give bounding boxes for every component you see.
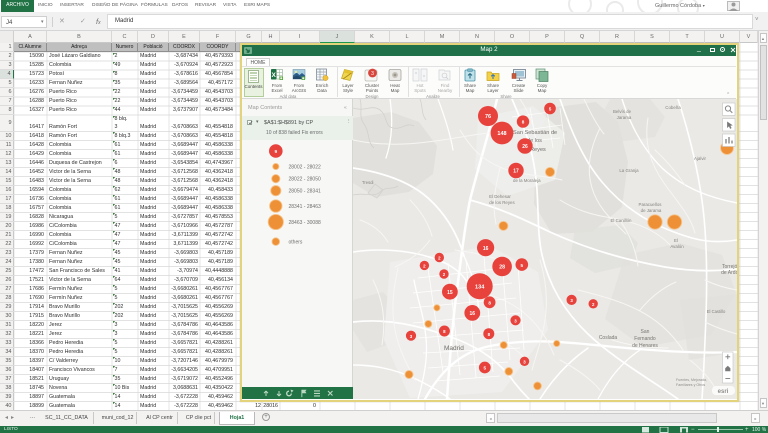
svg-text:Avalón: Avalón xyxy=(670,244,684,249)
svg-text:8: 8 xyxy=(488,300,491,305)
svg-text:Familiares y Otros: Familiares y Otros xyxy=(676,383,705,387)
svg-text:de los Reyes: de los Reyes xyxy=(489,200,515,205)
svg-text:El Canillón: El Canillón xyxy=(611,218,633,223)
svg-text:Fuentes, Mejorada,: Fuentes, Mejorada, xyxy=(676,378,707,382)
svg-text:28022 - 28050: 28022 - 28050 xyxy=(289,177,321,183)
svg-text:de Henares: de Henares xyxy=(632,343,658,349)
svg-text:El Dehesar: El Dehesar xyxy=(489,194,511,199)
svg-text:28463 - 30088: 28463 - 30088 xyxy=(289,220,321,226)
svg-text:8: 8 xyxy=(522,120,525,125)
svg-text:17: 17 xyxy=(513,169,519,175)
svg-text:5: 5 xyxy=(521,263,524,268)
svg-text:26: 26 xyxy=(522,144,528,150)
svg-text:de Jarama: de Jarama xyxy=(641,208,662,213)
svg-text:5: 5 xyxy=(484,366,487,371)
svg-text:others: others xyxy=(289,240,303,246)
svg-text:Cobeña: Cobeña xyxy=(665,105,681,110)
svg-text:148: 148 xyxy=(497,131,506,137)
svg-text:28341 - 28463: 28341 - 28463 xyxy=(289,204,321,210)
svg-text:Coslada: Coslada xyxy=(599,335,618,341)
svg-text:La Granja: La Granja xyxy=(619,168,639,173)
svg-text:San Sebastián de: San Sebastián de xyxy=(513,130,557,136)
svg-text:Ajalvir: Ajalvir xyxy=(694,156,706,161)
svg-text:El Castillo: El Castillo xyxy=(707,309,726,314)
svg-text:28002 - 28022: 28002 - 28022 xyxy=(289,165,321,171)
svg-text:Tresdi: Tresdi xyxy=(362,180,374,185)
svg-text:16: 16 xyxy=(483,246,489,252)
svg-text:15: 15 xyxy=(447,290,453,296)
svg-text:esri: esri xyxy=(718,389,729,395)
svg-text:Fernando: Fernando xyxy=(634,336,656,342)
svg-text:Belvís de: Belvís de xyxy=(613,109,632,114)
svg-text:9: 9 xyxy=(275,149,278,155)
svg-text:134: 134 xyxy=(475,285,485,291)
svg-text:76: 76 xyxy=(485,114,491,120)
svg-text:16: 16 xyxy=(470,311,476,317)
svg-text:San: San xyxy=(641,329,650,335)
svg-text:Madrid: Madrid xyxy=(444,345,464,352)
svg-text:28: 28 xyxy=(499,265,505,271)
svg-text:El: El xyxy=(674,238,678,243)
svg-text:X: X xyxy=(272,72,277,79)
svg-text:Jarama: Jarama xyxy=(617,115,632,120)
svg-text:5: 5 xyxy=(549,107,552,112)
svg-text:Paracuellos: Paracuellos xyxy=(639,202,663,207)
svg-text:de la Moraleja: de la Moraleja xyxy=(513,178,541,183)
svg-text:3: 3 xyxy=(371,71,374,77)
svg-text:de Ardoz: de Ardoz xyxy=(721,270,736,276)
svg-text:28050 - 28341: 28050 - 28341 xyxy=(289,189,321,195)
